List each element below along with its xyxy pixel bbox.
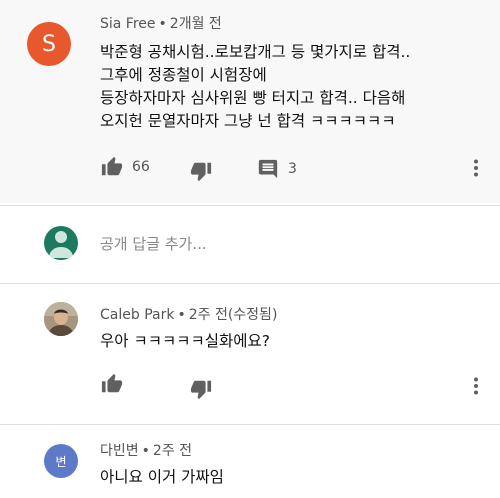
- divider: [0, 424, 500, 425]
- thumb-down-icon: [190, 160, 212, 182]
- comment-author[interactable]: 다빈변: [100, 443, 139, 459]
- highlighted-comment: S Sia Free • 2개월 전 박준형 공채시험..로보캅개그 등 몇가지로 …: [0, 0, 500, 203]
- comment-line: 오지헌 문열자마자 그냥 넌 합격 ㅋㅋㅋㅋㅋㅋ: [100, 112, 396, 130]
- more-options-button[interactable]: [466, 376, 486, 400]
- comment-time[interactable]: 2개월 전: [170, 16, 222, 32]
- thumb-up-icon: [101, 156, 123, 178]
- user-icon: [44, 226, 78, 260]
- comment-meta: 다빈변 • 2주 전: [100, 443, 193, 459]
- avatar[interactable]: S: [27, 22, 71, 66]
- comment-time[interactable]: 2주 전: [153, 443, 192, 459]
- avatar-letter: 변: [55, 454, 67, 469]
- avatar-letter: S: [42, 31, 56, 57]
- comment-text: 우아 ㅋㅋㅋㅋㅋ실화에요?: [100, 332, 271, 350]
- like-count: 66: [132, 159, 150, 175]
- reply-count: 3: [288, 161, 297, 177]
- dislike-button[interactable]: [190, 160, 212, 182]
- avatar[interactable]: 변: [44, 444, 78, 478]
- comment-author[interactable]: Caleb Park: [100, 307, 174, 323]
- reply-button[interactable]: 3: [257, 158, 297, 180]
- divider: [0, 283, 500, 284]
- comment-icon: [257, 158, 279, 180]
- comment-meta: Sia Free • 2개월 전: [100, 16, 222, 32]
- comment-line: 등장하자마자 심사위원 빵 터지고 합격.. 다음해: [100, 89, 406, 107]
- avatar-photo-image: [44, 302, 78, 336]
- more-options-button[interactable]: [466, 158, 486, 182]
- reply-input[interactable]: 공개 답글 추가...: [100, 233, 207, 254]
- comment-text: 박준형 공채시험..로보캅개그 등 몇가지로 합격.. 그후에 정종철이 시험장…: [100, 41, 410, 133]
- dislike-button[interactable]: [190, 378, 212, 400]
- more-vert-icon: [473, 159, 479, 181]
- divider: [0, 205, 500, 206]
- comment-text: 아니요 이거 가짜임: [100, 468, 224, 486]
- avatar: [44, 226, 78, 260]
- comment-line: 그후에 정종철이 시험장에: [100, 66, 267, 84]
- avatar[interactable]: [44, 302, 78, 336]
- like-button[interactable]: 66: [101, 156, 150, 178]
- thumb-up-icon: [101, 373, 123, 395]
- comment-time[interactable]: 2주 전(수정됨): [189, 307, 278, 323]
- more-vert-icon: [473, 377, 479, 399]
- comment-line: 박준형 공채시험..로보캅개그 등 몇가지로 합격..: [100, 43, 411, 61]
- comment-author[interactable]: Sia Free: [100, 16, 156, 32]
- comment-meta: Caleb Park • 2주 전(수정됨): [100, 307, 278, 323]
- like-button[interactable]: [101, 373, 123, 395]
- thumb-down-icon: [190, 378, 212, 400]
